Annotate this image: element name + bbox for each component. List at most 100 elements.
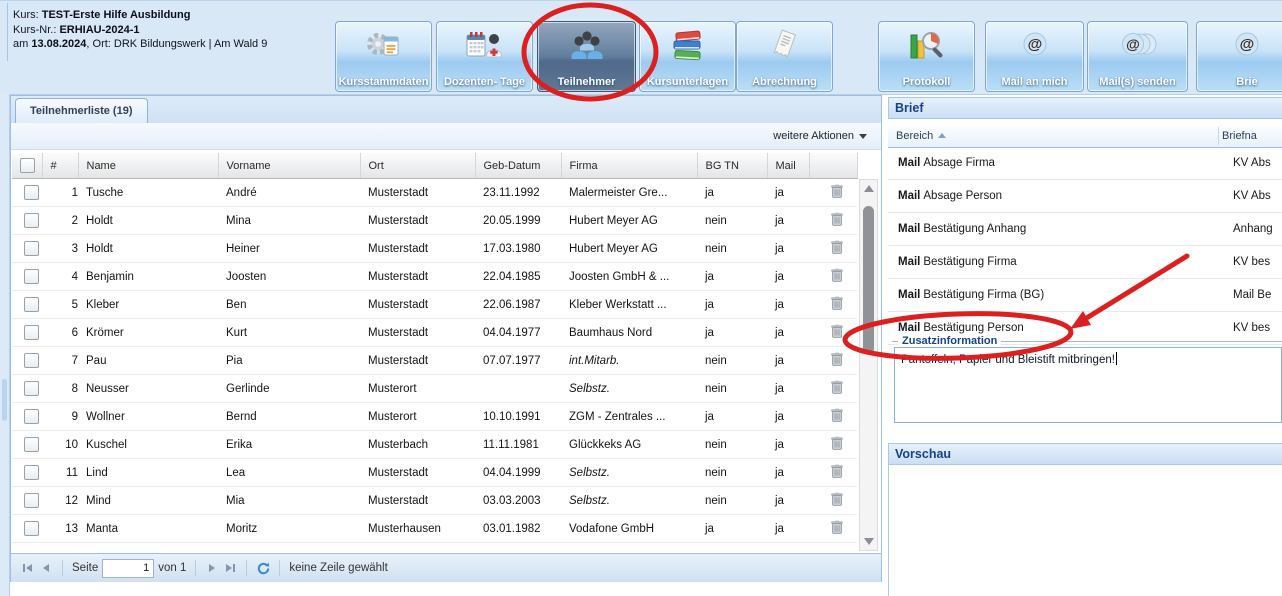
table-row[interactable]: 10 Kuschel Erika Musterbach 11.11.1981 G…	[12, 431, 857, 459]
row-firma: Kleber Werkstatt ...	[561, 291, 697, 319]
delete-row-button[interactable]	[809, 179, 857, 207]
table-row[interactable]: 1 Tusche André Musterstadt 23.11.1992 Ma…	[12, 179, 857, 207]
column-header-bg-tn[interactable]: BG TN	[697, 153, 767, 179]
column-header-firma[interactable]: Firma	[561, 153, 697, 179]
table-row[interactable]: 5 Kleber Ben Musterstadt 22.06.1987 Kleb…	[12, 291, 857, 319]
delete-row-button[interactable]	[809, 375, 857, 403]
table-row[interactable]: 2 Holdt Mina Musterstadt 20.05.1999 Hube…	[12, 207, 857, 235]
row-number: 6	[42, 319, 78, 347]
row-geb-datum	[475, 375, 561, 403]
weitere-aktionen-button[interactable]: weitere Aktionen	[773, 130, 854, 142]
row-checkbox[interactable]	[24, 325, 39, 340]
trash-icon	[831, 408, 843, 422]
delete-row-button[interactable]	[809, 459, 857, 487]
row-mail: ja	[767, 207, 809, 235]
delete-row-button[interactable]	[809, 487, 857, 515]
row-geb-datum: 03.03.2003	[475, 487, 561, 515]
delete-row-button[interactable]	[809, 235, 857, 263]
delete-row-button[interactable]	[809, 263, 857, 291]
row-checkbox[interactable]	[24, 409, 39, 424]
delete-row-button[interactable]	[809, 207, 857, 235]
trash-icon	[831, 268, 843, 282]
toolbar-button-dozenten-tage[interactable]: Dozenten- Tage	[436, 21, 533, 92]
brief-row[interactable]: MailAbsage Person KV Abs	[888, 180, 1282, 213]
select-all-checkbox[interactable]	[20, 158, 35, 173]
column-header-num[interactable]: #	[42, 153, 78, 179]
delete-row-button[interactable]	[809, 291, 857, 319]
column-header-name[interactable]: Name	[78, 153, 218, 179]
brief-row[interactable]: MailAbsage Firma KV Abs	[888, 147, 1282, 180]
toolbar-button-kursstammdaten[interactable]: Kursstammdaten	[335, 21, 432, 92]
table-row[interactable]: 7 Pau Pia Musterstadt 07.07.1977 int.Mit…	[12, 347, 857, 375]
column-header-vorname[interactable]: Vorname	[218, 153, 360, 179]
table-row[interactable]: 6 Krömer Kurt Musterstadt 04.04.1977 Bau…	[12, 319, 857, 347]
toolbar-button-protokoll[interactable]: Protokoll	[878, 21, 975, 92]
row-checkbox[interactable]	[24, 297, 39, 312]
column-header-geb-datum[interactable]: Geb-Datum	[475, 153, 561, 179]
row-checkbox[interactable]	[24, 353, 39, 368]
first-page-button[interactable]	[21, 561, 35, 575]
brief-panel-title: Brief	[888, 97, 1282, 119]
row-firma: Malermeister Gre...	[561, 179, 697, 207]
last-page-button[interactable]	[223, 561, 237, 575]
delete-row-button[interactable]	[809, 515, 857, 543]
row-checkbox[interactable]	[24, 493, 39, 508]
left-splitter[interactable]	[0, 94, 10, 596]
row-bg-tn: ja	[697, 515, 767, 543]
column-header-briefname[interactable]: Briefna	[1222, 125, 1257, 147]
brief-row[interactable]: MailBestätigung Firma (BG) Mail Be	[888, 279, 1282, 312]
row-number: 11	[42, 459, 78, 487]
table-row[interactable]: 13 Manta Moritz Musterhausen 03.01.1982 …	[12, 515, 857, 543]
next-page-button[interactable]	[205, 561, 219, 575]
row-checkbox[interactable]	[24, 465, 39, 480]
table-row[interactable]: 3 Holdt Heiner Musterstadt 17.03.1980 Hu…	[12, 235, 857, 263]
brief-row[interactable]: MailBestätigung Anhang Anhang	[888, 213, 1282, 246]
splitter-grip[interactable]	[2, 379, 7, 421]
row-checkbox[interactable]	[24, 521, 39, 536]
brief-row[interactable]: MailBestätigung Firma KV bes	[888, 246, 1282, 279]
tab-teilnehmerliste[interactable]: Teilnehmerliste (19)	[15, 98, 148, 124]
page-number-input[interactable]	[102, 559, 154, 578]
toolbar-button-teilnehmer[interactable]: Teilnehmer	[537, 21, 636, 92]
scroll-down-icon[interactable]	[864, 538, 874, 545]
table-row[interactable]: 4 Benjamin Joosten Musterstadt 22.04.198…	[12, 263, 857, 291]
column-header-ort[interactable]: Ort	[360, 153, 475, 179]
brief-row-briefname: KV Abs	[1229, 180, 1282, 213]
zusatzinformation-textarea[interactable]: Pantoffeln, Papier und Bleistift mitbrin…	[894, 347, 1282, 423]
scroll-up-icon[interactable]	[864, 185, 874, 192]
row-checkbox[interactable]	[24, 213, 39, 228]
actions-bar: weitere Aktionen	[11, 123, 881, 150]
row-number: 10	[42, 431, 78, 459]
refresh-icon[interactable]	[256, 561, 270, 575]
table-row[interactable]: 9 Wollner Bernd Musterort 10.10.1991 ZGM…	[12, 403, 857, 431]
toolbar-button-briefe[interactable]: @ Brie	[1196, 21, 1282, 92]
delete-row-button[interactable]	[809, 403, 857, 431]
delete-row-button[interactable]	[809, 319, 857, 347]
pagination-bar: Seite von 1 keine Zeile gewählt	[11, 553, 881, 582]
previous-page-button[interactable]	[39, 561, 53, 575]
brief-row-bereich: MailBestätigung Firma (BG)	[888, 279, 1229, 312]
scrollbar-thumb[interactable]	[863, 206, 874, 354]
delete-row-button[interactable]	[809, 347, 857, 375]
brief-row-bereich: MailAbsage Person	[888, 180, 1229, 213]
svg-text:@: @	[1027, 36, 1042, 53]
row-checkbox[interactable]	[24, 269, 39, 284]
toolbar-button-abrechnung[interactable]: Abrechnung	[736, 21, 833, 92]
row-bg-tn: ja	[697, 291, 767, 319]
row-checkbox[interactable]	[24, 437, 39, 452]
toolbar-button-kursunterlagen[interactable]: Kursunterlagen	[639, 21, 736, 92]
row-checkbox[interactable]	[24, 381, 39, 396]
toolbar-button-mails-senden[interactable]: @ Mail(s) senden	[1087, 21, 1188, 92]
column-header-bereich[interactable]: Bereich	[896, 125, 946, 147]
row-checkbox[interactable]	[24, 241, 39, 256]
table-row[interactable]: 11 Lind Lea Musterstadt 04.04.1999 Selbs…	[12, 459, 857, 487]
table-row[interactable]: 8 Neusser Gerlinde Musterort Selbstz. ne…	[12, 375, 857, 403]
table-row[interactable]: 12 Mind Mia Musterstadt 03.03.2003 Selbs…	[12, 487, 857, 515]
brief-row-briefname: KV bes	[1229, 312, 1282, 345]
delete-row-button[interactable]	[809, 431, 857, 459]
toolbar-button-mail-an-mich[interactable]: @ Mail an mich	[985, 21, 1084, 92]
table-scrollbar[interactable]	[859, 179, 878, 551]
row-ort: Musterstadt	[360, 179, 475, 207]
column-header-mail[interactable]: Mail	[767, 153, 809, 179]
row-checkbox[interactable]	[24, 185, 39, 200]
